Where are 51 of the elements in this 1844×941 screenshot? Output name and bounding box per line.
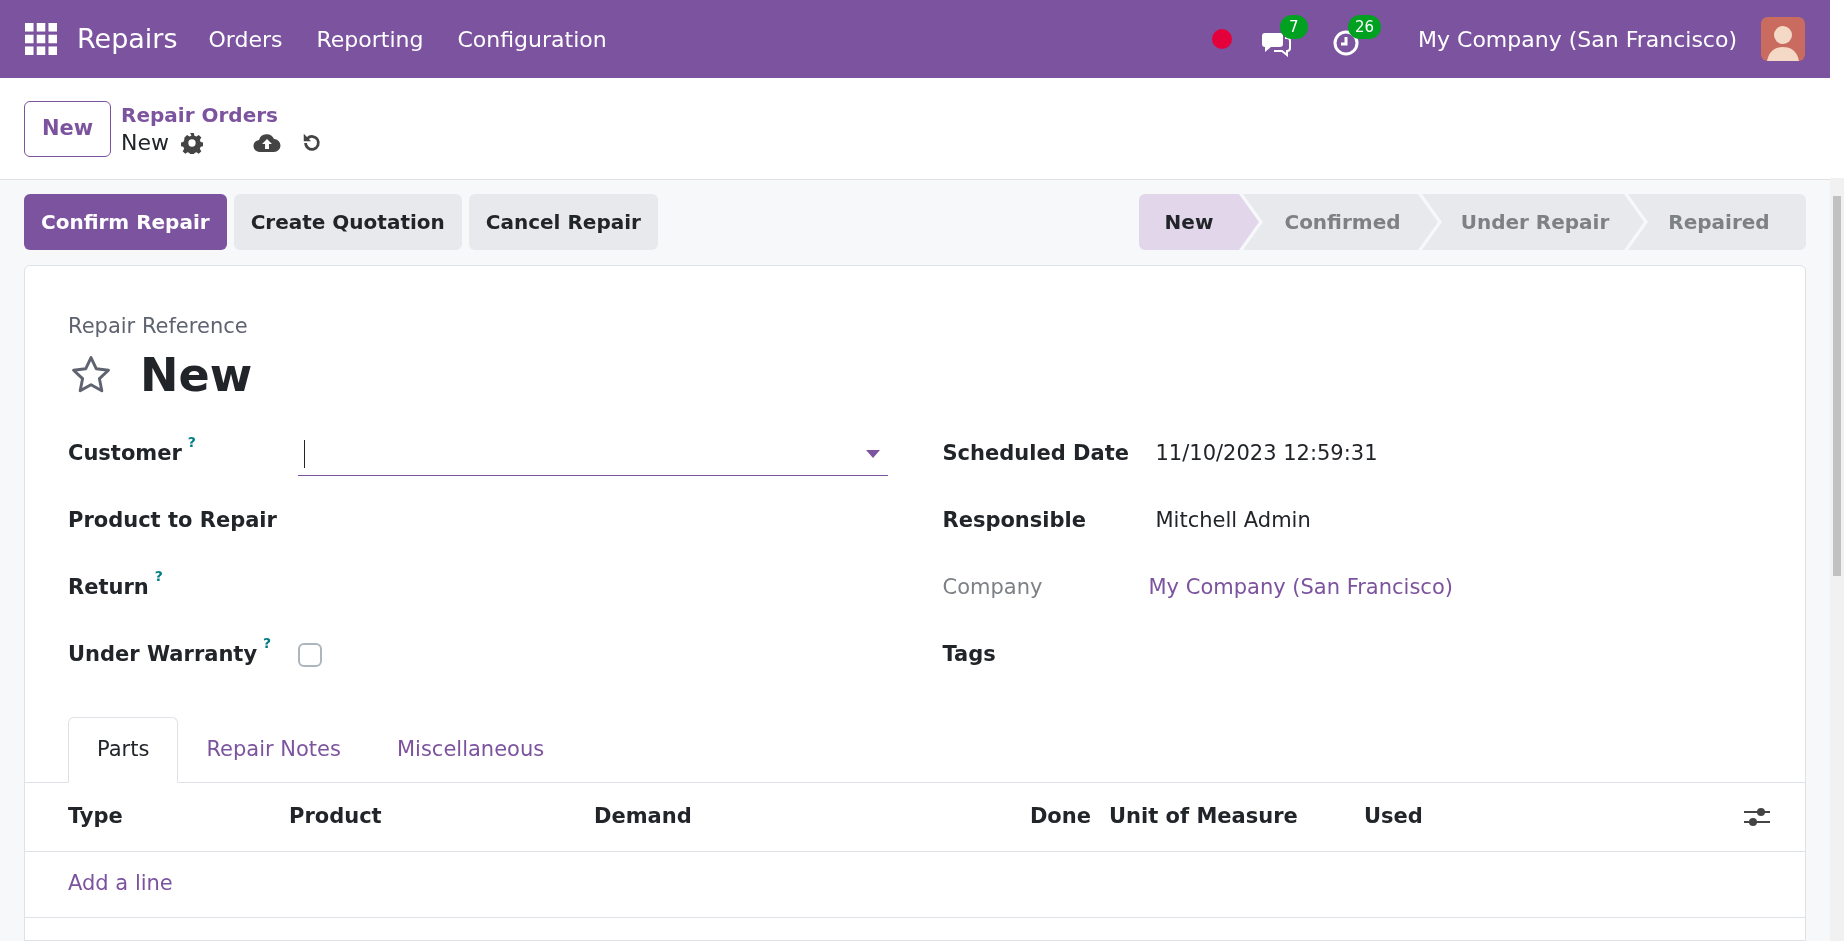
help-tooltip[interactable]: ? [187, 434, 196, 451]
field-label: Repair Reference [68, 313, 249, 340]
field-label: Scheduled Date [942, 440, 1129, 468]
column-settings-icon[interactable] [1744, 805, 1770, 828]
column-header[interactable]: Product [289, 800, 594, 833]
menu-item[interactable]: Configuration [440, 22, 624, 56]
column-header[interactable]: Done [894, 800, 1109, 833]
column-header[interactable]: Type [68, 800, 289, 833]
status-stage[interactable]: Repaired [1628, 194, 1806, 250]
field-label: Product to Repair [68, 507, 277, 535]
app-name[interactable]: Repairs [77, 18, 178, 60]
scrollbar[interactable] [1830, 178, 1844, 941]
action-button[interactable]: Create Quotation [233, 194, 462, 250]
column-header[interactable]: Used [1364, 800, 1594, 833]
form-tab[interactable]: Miscellaneous [368, 716, 573, 783]
field-label: Return [68, 574, 149, 602]
column-header[interactable]: Unit of Measure [1109, 800, 1364, 833]
field-value: 11/10/2023 12:59:31 [1155, 440, 1378, 468]
record-title: New [140, 346, 253, 403]
activity-count-badge: 26 [1348, 15, 1382, 39]
cloud-upload-icon[interactable] [253, 131, 281, 154]
record-name: New [121, 128, 169, 157]
add-line-link[interactable]: Add a line [68, 868, 173, 900]
avatar-icon[interactable] [1761, 17, 1805, 61]
caret-icon[interactable] [865, 449, 880, 458]
gear-icon[interactable] [181, 131, 203, 154]
field-label: Customer [68, 440, 182, 468]
status-stage[interactable]: New [1139, 194, 1259, 250]
company-link[interactable]: My Company (San Francisco) [1148, 572, 1453, 604]
menu-item[interactable]: Orders [191, 22, 300, 56]
new-button[interactable]: New [24, 100, 111, 157]
warranty-checkbox[interactable] [298, 643, 322, 667]
field-label: Tags [942, 641, 996, 669]
field-label: Company [942, 574, 1043, 602]
column-header[interactable]: Demand [594, 800, 894, 833]
status-stage[interactable]: Under Repair [1422, 194, 1644, 250]
action-button[interactable]: Cancel Repair [468, 194, 658, 250]
help-tooltip[interactable]: ? [263, 635, 272, 652]
menu-item[interactable]: Reporting [299, 22, 441, 56]
help-tooltip[interactable]: ? [154, 568, 163, 585]
status-stage[interactable]: Confirmed [1243, 194, 1438, 250]
breadcrumb-link[interactable]: Repair Orders [121, 100, 323, 129]
action-button[interactable]: Confirm Repair [24, 194, 227, 250]
field-label: Responsible [942, 507, 1086, 535]
form-tab[interactable]: Parts [68, 716, 179, 783]
form-tab[interactable]: Repair Notes [178, 716, 369, 783]
message-count-badge: 7 [1280, 15, 1308, 39]
field-value: Mitchell Admin [1155, 507, 1311, 535]
company-switcher[interactable]: My Company (San Francisco) [1418, 22, 1737, 56]
apps-menu-icon[interactable] [25, 23, 57, 55]
field-label: Under Warranty [68, 641, 258, 669]
